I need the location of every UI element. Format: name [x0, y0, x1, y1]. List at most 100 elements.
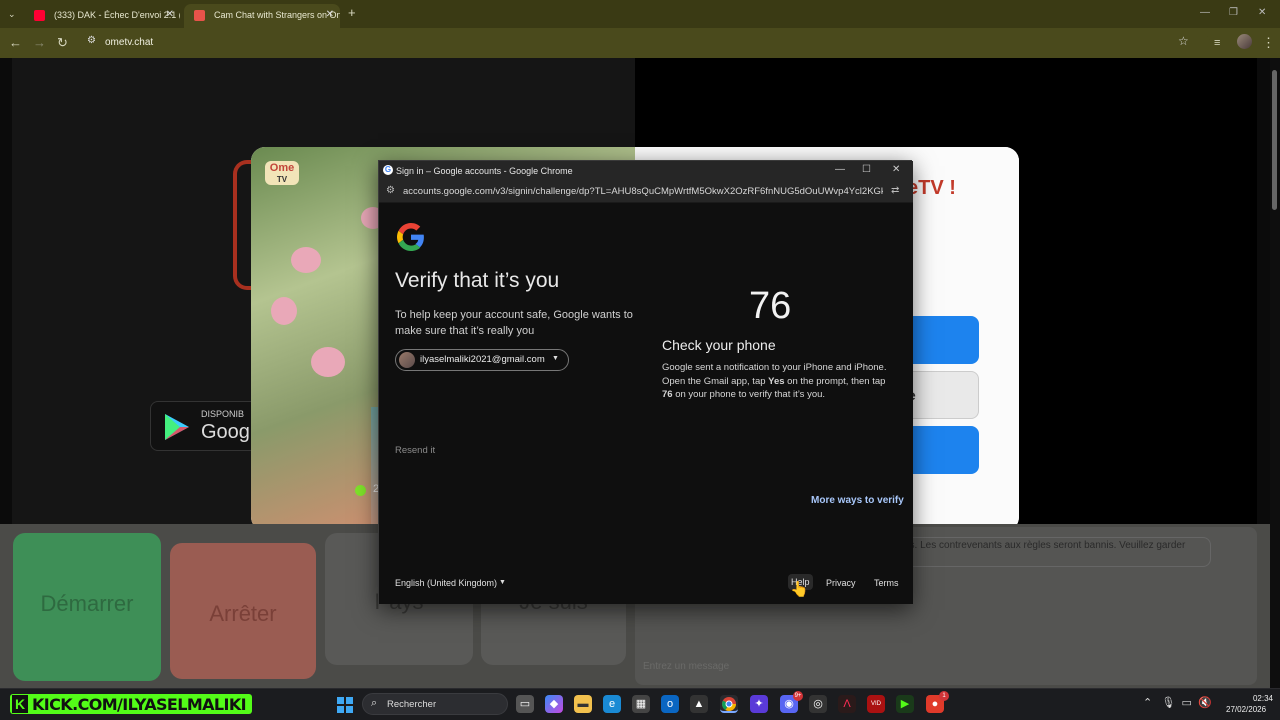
mouse-cursor-icon: 👆	[790, 581, 809, 598]
profile-avatar[interactable]	[1237, 34, 1252, 49]
language-selector[interactable]: English (United Kingdom)	[395, 578, 497, 588]
close-tab-icon[interactable]: ✕	[166, 9, 174, 20]
adobe-icon[interactable]: Λ	[838, 695, 856, 713]
chrome-icon[interactable]	[720, 695, 738, 713]
capture-app-icon[interactable]: ▲	[690, 695, 708, 713]
search-placeholder: Rechercher	[387, 699, 437, 710]
privacy-link[interactable]: Privacy	[826, 578, 856, 588]
clock-time[interactable]: 02:34	[1247, 694, 1273, 703]
popup-close-icon[interactable]: ✕	[892, 164, 900, 175]
terms-link[interactable]: Terms	[874, 578, 899, 588]
restore-icon[interactable]: ❐	[1229, 7, 1238, 18]
account-chip[interactable]: ilyaselmaliki2021@gmail.com ▼	[395, 349, 569, 371]
stop-button[interactable]: Arrêter	[170, 543, 316, 679]
google-play-big-text: Goog	[201, 421, 250, 443]
reading-list-icon[interactable]: ≡	[1214, 35, 1220, 51]
ometv-logo-tv: TV	[276, 175, 288, 184]
popup-url: accounts.google.com/v3/signin/challenge/…	[403, 186, 883, 197]
google-logo-icon	[397, 223, 424, 251]
bookmark-star-icon[interactable]: ☆	[1178, 34, 1189, 48]
resend-link[interactable]: Resend it	[395, 445, 435, 456]
kick-logo-icon: K	[12, 695, 28, 713]
popup-maximize-icon[interactable]: ☐	[862, 164, 871, 175]
last-app-badge: 1	[939, 691, 949, 701]
kick-app-icon[interactable]: ▶	[896, 695, 914, 713]
ometv-logo-text: Ome	[269, 162, 295, 174]
message-input[interactable]: Entrez un message	[643, 661, 729, 672]
google-play-small-text: DISPONIB	[201, 409, 245, 419]
chevron-down-icon: ▼	[552, 355, 559, 362]
store-icon[interactable]: ▦	[632, 695, 650, 713]
modal-title: eTV !	[907, 177, 956, 199]
gamepad-app-icon[interactable]: ✦	[750, 695, 768, 713]
search-icon: ⌕	[371, 697, 378, 709]
chrome-logo	[722, 697, 736, 711]
taskbar-search[interactable]: ⌕ Rechercher	[362, 693, 508, 715]
browser-toolbar: ← → ↻ ⚙ ometv.chat ☆ ≡ ⋮	[0, 28, 1280, 58]
online-status-dot	[355, 485, 366, 496]
new-tab-icon[interactable]: +	[348, 5, 356, 21]
outlook-icon[interactable]: o	[661, 695, 679, 713]
google-play-badge[interactable]: DISPONIB Goog	[150, 401, 258, 451]
popup-titlebar: G Sign in – Google accounts - Google Chr…	[379, 161, 913, 181]
google-favicon-icon: G	[383, 165, 393, 175]
account-avatar	[399, 352, 415, 368]
site-info-icon[interactable]: ⚙	[87, 35, 96, 46]
copilot-icon[interactable]: ◆	[545, 695, 563, 713]
page-scrollbar[interactable]	[1270, 58, 1280, 688]
discord-icon[interactable]: ◉ 9+	[780, 691, 803, 713]
site-info-icon[interactable]: ⚙	[386, 185, 395, 196]
video-writer-icon[interactable]: VID	[867, 695, 885, 713]
google-signin-popup: G Sign in – Google accounts - Google Chr…	[378, 160, 913, 604]
ometv-favicon-icon	[194, 10, 205, 21]
ometv-logo: Ome TV	[265, 161, 299, 185]
popup-window-title: Sign in – Google accounts - Google Chrom…	[396, 166, 573, 176]
check-phone-title: Check your phone	[662, 337, 776, 353]
rules-notice: es. Les contrevenants aux règles seront …	[899, 537, 1211, 567]
kick-banner-text: KICK.COM/ILYASELMALIKI	[32, 695, 247, 714]
tab-label: (333) DAK - Échec D'envoi 2.1 (...	[54, 10, 180, 20]
start-button[interactable]: Démarrer	[13, 533, 161, 681]
clock-date[interactable]: 27/02/2026	[1226, 705, 1266, 714]
last-app-icon[interactable]: ● 1	[926, 691, 949, 713]
more-ways-to-verify-link[interactable]: More ways to verify	[811, 495, 904, 506]
close-tab-icon[interactable]: ✕	[326, 9, 334, 20]
verify-heading: Verify that it’s you	[395, 269, 560, 292]
system-tray[interactable]: ⌃ 🎙 ▭ 🔇	[1143, 696, 1212, 709]
verify-description: To help keep your account safe, Google w…	[395, 309, 633, 337]
chevron-down-icon[interactable]: ▼	[499, 579, 506, 586]
minimize-icon[interactable]: —	[1200, 7, 1210, 18]
scrollbar-thumb[interactable]	[1272, 70, 1277, 210]
stop-label: Arrêter	[209, 601, 277, 626]
tab-youtube[interactable]: (333) DAK - Échec D'envoi 2.1 (... ✕	[24, 4, 180, 28]
tab-list-chevron-icon[interactable]: ⌄	[8, 6, 16, 22]
address-bar[interactable]: ⚙ ometv.chat ☆	[80, 32, 1210, 54]
start-label: Démarrer	[40, 591, 134, 616]
check-phone-description: Google sent a notification to your iPhon…	[662, 362, 887, 400]
translate-icon[interactable]: ⇄	[891, 185, 899, 196]
google-play-icon	[165, 414, 189, 440]
youtube-icon	[34, 10, 45, 21]
popup-minimize-icon[interactable]: —	[835, 164, 845, 175]
account-email: ilyaselmaliki2021@gmail.com	[420, 354, 545, 365]
discord-badge: 9+	[793, 691, 803, 701]
kick-overlay-banner: K KICK.COM/ILYASELMALIKI	[10, 694, 252, 714]
tab-label: Cam Chat with Strangers on On...	[214, 10, 340, 20]
menu-kebab-icon[interactable]: ⋮	[1262, 35, 1275, 51]
address-url: ometv.chat	[105, 37, 154, 48]
obs-icon[interactable]: ◎	[809, 695, 827, 713]
popup-body: Verify that it’s you To help keep your a…	[379, 203, 913, 604]
back-icon[interactable]: ←	[9, 35, 22, 51]
browser-tab-bar: ⌄ (333) DAK - Échec D'envoi 2.1 (... ✕ C…	[0, 0, 1280, 28]
forward-icon[interactable]: →	[33, 35, 46, 51]
edge-icon[interactable]: e	[603, 695, 621, 713]
rules-text: es. Les contrevenants aux règles seront …	[904, 540, 1186, 551]
popup-url-bar: ⚙ accounts.google.com/v3/signin/challeng…	[379, 181, 913, 203]
windows-start-icon[interactable]	[337, 697, 353, 713]
verification-code: 76	[749, 285, 792, 327]
close-window-icon[interactable]: ✕	[1258, 7, 1266, 18]
reload-icon[interactable]: ↻	[57, 35, 68, 51]
task-view-icon[interactable]: ▭	[516, 695, 534, 713]
file-explorer-icon[interactable]: ▬	[574, 695, 592, 713]
tab-ometv[interactable]: Cam Chat with Strangers on On... ✕	[184, 4, 340, 28]
